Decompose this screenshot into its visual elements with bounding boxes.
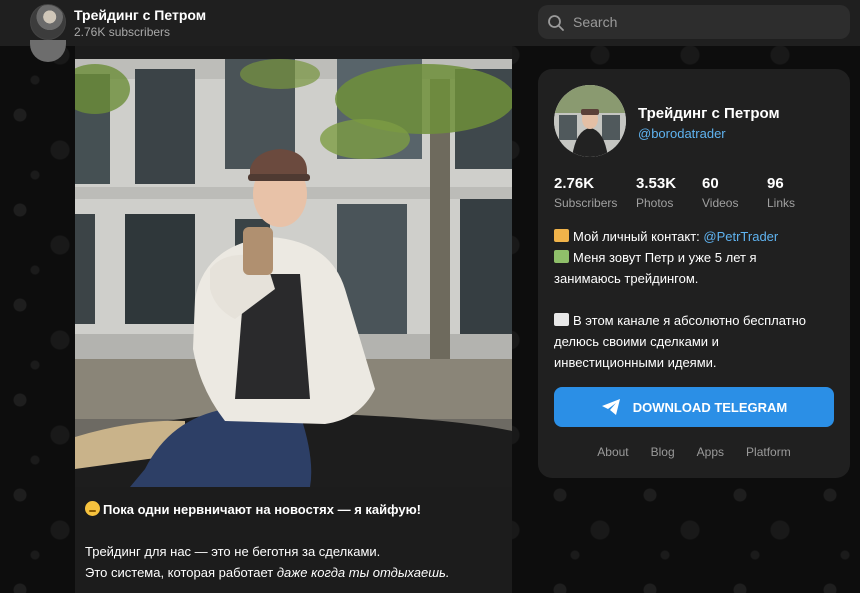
desc-line-3: занимаюсь трейдингом. [554,271,699,286]
channel-avatar[interactable] [30,4,66,40]
channel-post: Пока одни нервничают на новостях — я кай… [75,59,512,593]
photo-illustration [75,59,512,487]
avatar-illustration [554,85,626,157]
desc-line-5: делюсь своими сделками и [554,334,719,349]
footer-links: About Blog Apps Platform [538,445,850,459]
channel-stats: 2.76K Subscribers 3.53K Photos 60 Videos… [554,175,844,215]
caption-line-2: Трейдинг для нас — это не беготня за сде… [85,544,381,559]
chart-increasing-emoji-icon [554,313,569,326]
search-icon [548,15,564,31]
desc-contact-line: Мой личный контакт: @PetrTrader [554,226,844,247]
money-emoji-icon [554,250,569,263]
previous-post-edge [75,46,512,59]
channel-name: Трейдинг с Петром [638,105,780,122]
stat-photos-label: Photos [636,196,674,210]
stat-videos-label: Videos [702,196,739,210]
stat-photos[interactable]: 3.53K Photos [636,175,676,210]
platform-link[interactable]: Platform [746,445,791,459]
blog-link[interactable]: Blog [651,445,675,459]
desc-line-2: Меня зовут Петр и уже 5 лет я [554,247,844,268]
channel-info-card: Трейдинг с Петром @borodatrader 2.76K Su… [538,69,850,478]
search-box[interactable]: Search [538,5,850,39]
download-telegram-label: DOWNLOAD TELEGRAM [632,399,788,415]
contact-link[interactable]: @PetrTrader [703,229,778,244]
channel-title[interactable]: Трейдинг с Петром [74,7,206,23]
stat-links-value: 96 [767,175,784,192]
stat-links[interactable]: 96 Links [767,175,795,210]
about-link[interactable]: About [597,445,628,459]
desc-line-6: инвестиционными идеями. [554,355,717,370]
channel-handle-link[interactable]: @borodatrader [638,126,726,141]
top-header: Трейдинг с Петром 2.76K subscribers Sear… [0,0,860,46]
desc-line-2-text: Меня зовут Петр и уже 5 лет я [573,250,757,265]
desc-line-4: В этом канале я абсолютно бесплатно [554,310,844,331]
desc-line-4-text: В этом канале я абсолютно бесплатно [573,313,807,328]
caption-line-3-italic: даже когда ты отдыхаешь. [276,565,450,580]
download-telegram-button[interactable]: DOWNLOAD TELEGRAM [554,387,834,427]
search-input[interactable]: Search [573,14,617,30]
telegram-plane-icon [601,399,620,415]
caption-line-1: Пока одни нервничают на новостях — я кай… [85,499,502,520]
post-photo[interactable] [75,59,512,487]
caption-line-3-plain: Это система, которая работает [85,565,277,580]
desc-contact-text: Мой личный контакт: [573,229,704,244]
stat-videos-value: 60 [702,175,719,192]
stat-subscribers: 2.76K Subscribers [554,175,617,210]
channel-description: Мой личный контакт: @PetrTrader Меня зов… [554,226,844,373]
stat-links-label: Links [767,196,796,210]
handshake-emoji-icon [554,229,569,242]
stat-photos-value: 3.53K [636,175,677,192]
channel-large-avatar [554,85,626,157]
apps-link[interactable]: Apps [697,445,724,459]
desc-spacer [554,289,844,310]
stat-videos[interactable]: 60 Videos [702,175,738,210]
stat-subscribers-label: Subscribers [554,196,618,210]
post-caption: Пока одни нервничают на новостях — я кай… [75,487,512,593]
subscriber-count: 2.76K subscribers [74,25,171,39]
caption-line-3: Это система, которая работает даже когда… [85,562,502,583]
stat-subscribers-value: 2.76K [554,175,595,192]
caption-line-1-text: Пока одни нервничают на новостях — я кай… [103,502,422,517]
smile-emoji-icon [85,501,100,516]
